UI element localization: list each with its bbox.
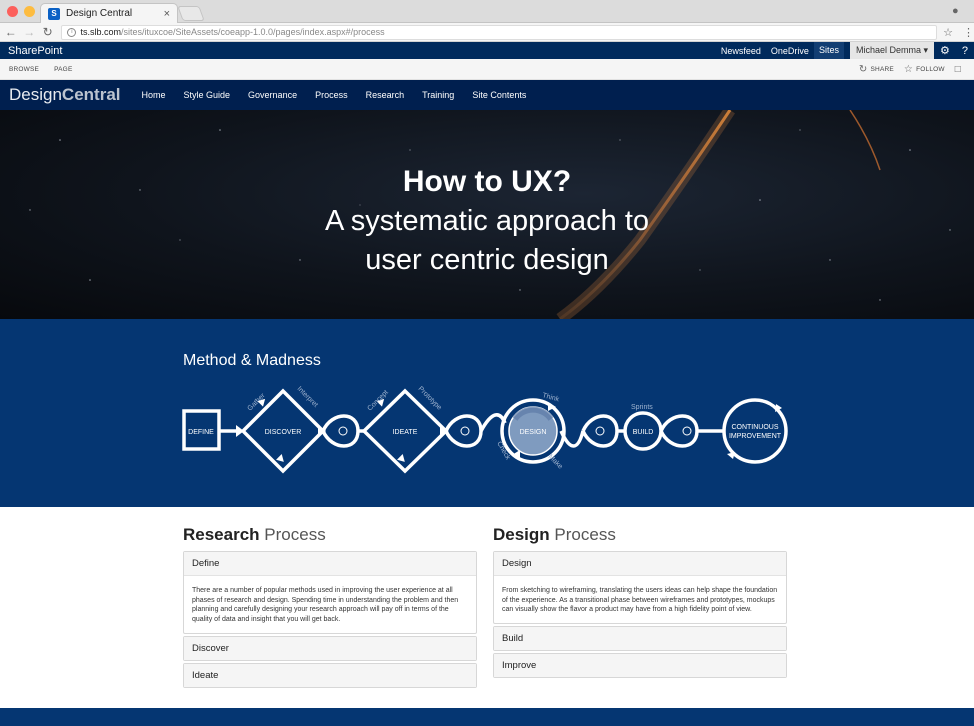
sharepoint-favicon-icon: S xyxy=(48,7,60,20)
node-improvement[interactable]: IMPROVEMENT xyxy=(729,433,782,440)
sharepoint-brand[interactable]: SharePoint xyxy=(0,45,716,57)
design-title-light: Process xyxy=(554,525,616,544)
research-process-column: Research Process Define There are a numb… xyxy=(183,525,477,690)
close-window-button[interactable] xyxy=(7,6,18,17)
hero-banner: How to UX? A systematic approach to user… xyxy=(0,110,974,319)
user-menu[interactable]: Michael Demma ▾ xyxy=(849,42,934,59)
nav-style-guide[interactable]: Style Guide xyxy=(175,90,240,100)
browser-tab-bar: S Design Central × ● xyxy=(0,0,974,23)
share-button[interactable]: ↻ SHARE xyxy=(859,64,894,75)
accordion-define: Define There are a number of popular met… xyxy=(183,551,477,634)
accordion-body-define: There are a number of popular methods us… xyxy=(184,575,476,633)
url-host: ts.slb.com xyxy=(80,27,121,37)
ribbon-tab-browse[interactable]: BROWSE xyxy=(0,66,39,73)
research-title-light: Process xyxy=(264,525,326,544)
back-icon[interactable]: ← xyxy=(3,25,18,39)
new-tab-button[interactable] xyxy=(177,6,205,21)
nav-research[interactable]: Research xyxy=(357,90,414,100)
logo-bold-text: Central xyxy=(61,85,121,104)
loop-2 xyxy=(444,414,483,448)
design-process-column: Design Process Design From sketching to … xyxy=(493,525,787,680)
sites-link[interactable]: Sites xyxy=(813,42,844,59)
accordion-header-improve[interactable]: Improve xyxy=(494,654,786,678)
hero-subtitle: A systematic approach to user centric de… xyxy=(0,202,974,280)
nav-process[interactable]: Process xyxy=(306,90,357,100)
onedrive-link[interactable]: OneDrive xyxy=(766,46,814,56)
node-build[interactable]: BUILD xyxy=(633,429,654,436)
label-make: Make xyxy=(547,453,564,470)
accordion-discover: Discover xyxy=(183,635,477,661)
info-icon[interactable]: i xyxy=(67,27,77,37)
newsfeed-link[interactable]: Newsfeed xyxy=(716,46,766,56)
nav-governance[interactable]: Governance xyxy=(239,90,306,100)
node-ideate[interactable]: IDEATE xyxy=(393,429,418,436)
research-process-title: Research Process xyxy=(183,525,477,545)
hero-title: How to UX? xyxy=(402,165,572,198)
site-navigation: DesignCentral Home Style Guide Governanc… xyxy=(0,80,974,110)
node-discover[interactable]: DISCOVER xyxy=(265,429,302,436)
node-define[interactable]: DEFINE xyxy=(188,429,214,436)
url-field[interactable]: i ts.slb.com/sites/ituxcoe/SiteAssets/co… xyxy=(61,24,938,40)
accordion-header-build[interactable]: Build xyxy=(494,627,786,651)
profile-icon[interactable]: ● xyxy=(952,5,964,17)
browser-menu-icon[interactable]: ⋮ xyxy=(963,26,974,39)
nav-site-contents[interactable]: Site Contents xyxy=(463,90,535,100)
process-flow-diagram: DEFINE DISCOVER IDEATE DESIGN BUILD CONT… xyxy=(182,385,788,474)
minimize-window-button[interactable] xyxy=(24,6,35,17)
accordion-design: Design From sketching to wireframing, tr… xyxy=(493,551,787,625)
research-title-bold: Research xyxy=(183,525,260,544)
accordion-ideate: Ideate xyxy=(183,662,477,688)
nav-training[interactable]: Training xyxy=(413,90,463,100)
ribbon-bar: BROWSE PAGE ↻ SHARE ☆ FOLLOW □ xyxy=(0,59,974,80)
address-bar: ← → ↻ i ts.slb.com/sites/ituxcoe/SiteAss… xyxy=(0,23,974,42)
loop-3 xyxy=(581,414,619,448)
footer-band xyxy=(0,708,974,726)
url-path: /sites/ituxcoe/SiteAssets/coeapp-1.0.0/p… xyxy=(120,27,385,37)
method-section: Method & Madness DEFINE DISCOVER IDEATE … xyxy=(0,319,974,507)
share-label: SHARE xyxy=(870,65,894,73)
site-logo[interactable]: DesignCentral xyxy=(0,85,133,105)
accordion-header-define[interactable]: Define xyxy=(184,552,476,575)
follow-button[interactable]: ☆ FOLLOW xyxy=(904,64,945,75)
hero-subtitle-line-1: A systematic approach to xyxy=(325,205,649,237)
design-title-bold: Design xyxy=(493,525,550,544)
browser-tab[interactable]: S Design Central × xyxy=(40,3,178,23)
tab-title: Design Central xyxy=(66,8,133,19)
ribbon-tab-page[interactable]: PAGE xyxy=(39,66,72,73)
bookmark-star-icon[interactable]: ☆ xyxy=(943,26,953,39)
accordion-improve: Improve xyxy=(493,653,787,679)
forward-icon[interactable]: → xyxy=(21,25,36,39)
settings-gear-icon[interactable]: ⚙ xyxy=(934,44,956,57)
node-design[interactable]: DESIGN xyxy=(520,429,547,436)
help-icon[interactable]: ? xyxy=(956,45,974,57)
hero-subtitle-line-2: user centric design xyxy=(365,244,609,276)
loop-4 xyxy=(659,414,699,448)
share-icon: ↻ xyxy=(858,63,868,75)
tab-close-icon[interactable]: × xyxy=(164,8,170,20)
design-process-title: Design Process xyxy=(493,525,787,545)
accordion-body-design: From sketching to wireframing, translati… xyxy=(494,575,786,623)
follow-star-icon: ☆ xyxy=(903,63,914,75)
accordion-header-discover[interactable]: Discover xyxy=(184,636,476,660)
loop-1 xyxy=(321,414,360,448)
accordion-header-ideate[interactable]: Ideate xyxy=(184,663,476,687)
accordion-header-design[interactable]: Design xyxy=(494,552,786,575)
focus-content-icon[interactable]: □ xyxy=(955,64,964,75)
follow-label: FOLLOW xyxy=(916,65,945,73)
accordion-build: Build xyxy=(493,626,787,652)
node-continuous[interactable]: CONTINUOUS xyxy=(731,424,778,431)
nav-home[interactable]: Home xyxy=(133,90,175,100)
reload-icon[interactable]: ↻ xyxy=(40,25,55,39)
label-sprints: Sprints xyxy=(631,404,653,411)
sharepoint-suite-bar: SharePoint Newsfeed OneDrive Sites Micha… xyxy=(0,42,974,59)
logo-light-text: Design xyxy=(9,85,62,104)
